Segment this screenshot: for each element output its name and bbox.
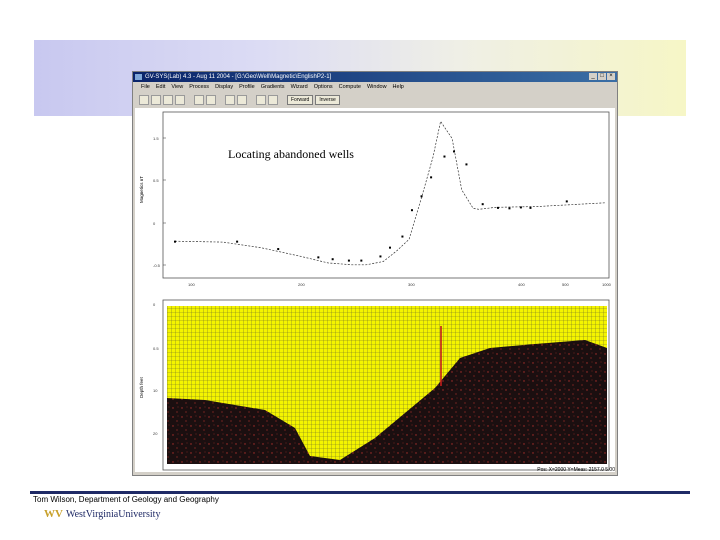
menu-view[interactable]: View bbox=[171, 83, 183, 92]
menu-edit[interactable]: Edit bbox=[156, 83, 165, 92]
plot-area[interactable]: 1.5 0.5 0 -0.5 Magnetics nT 100 200 300 400 500 10… bbox=[135, 108, 615, 472]
logo-wordmark: WestVirginiaUniversity bbox=[65, 508, 161, 520]
observed-point bbox=[360, 259, 363, 262]
observed-point bbox=[481, 203, 484, 206]
observed-point bbox=[331, 258, 334, 261]
y-tick-label: 0.5 bbox=[153, 178, 159, 183]
forward-button[interactable]: Forward bbox=[287, 95, 314, 105]
minimize-icon[interactable]: _ bbox=[589, 73, 597, 80]
menu-display[interactable]: Display bbox=[215, 83, 233, 92]
title-bar: GV-SYS(Lab) 4.3 - Aug 11 2004 - [G:\Geo\… bbox=[133, 72, 617, 82]
model-panel: Depth feet 0 0.5 10 20 bbox=[139, 299, 610, 471]
copy-icon[interactable] bbox=[175, 95, 185, 105]
inverse-button[interactable]: Inverse bbox=[315, 95, 340, 105]
observed-point bbox=[379, 255, 382, 258]
y-tick-label: 20 bbox=[153, 431, 158, 436]
magnetics-chart[interactable]: 1.50.50-0.5Magnetics nT100 200 300 400 500 10… bbox=[135, 108, 615, 472]
window-controls: _ □ × bbox=[589, 73, 615, 80]
menu-window[interactable]: Window bbox=[367, 83, 387, 92]
x-tick-label: 200 bbox=[298, 282, 305, 287]
observed-point bbox=[430, 176, 433, 179]
magnetics-panel: 1.5 0.5 0 -0.5 Magnetics nT 100 200 300 400 500 10… bbox=[139, 111, 612, 287]
observed-point bbox=[420, 195, 423, 198]
maximize-icon[interactable]: □ bbox=[598, 73, 606, 80]
close-icon[interactable]: × bbox=[607, 73, 615, 80]
observed-point bbox=[508, 207, 511, 210]
menu-help[interactable]: Help bbox=[393, 83, 404, 92]
app-icon bbox=[135, 74, 142, 80]
menu-options[interactable]: Options bbox=[314, 83, 333, 92]
pan-icon[interactable] bbox=[206, 95, 216, 105]
observed-point bbox=[565, 200, 568, 203]
new-icon[interactable] bbox=[139, 95, 149, 105]
menu-wizard[interactable]: Wizard bbox=[291, 83, 308, 92]
chart-icon[interactable] bbox=[237, 95, 247, 105]
x-tick-label: 400 bbox=[518, 282, 525, 287]
university-logo: WV WestVirginiaUniversity bbox=[44, 508, 160, 520]
observed-point bbox=[529, 206, 532, 209]
x-tick-label: 1000 bbox=[602, 282, 612, 287]
app-window: GV-SYS(Lab) 4.3 - Aug 11 2004 - [G:\Geo\… bbox=[132, 71, 618, 476]
zoom-icon[interactable] bbox=[194, 95, 204, 105]
layers-icon[interactable] bbox=[268, 95, 278, 105]
menu-file[interactable]: File bbox=[141, 83, 150, 92]
grid-icon[interactable] bbox=[256, 95, 266, 105]
wv-logo-icon: WV bbox=[44, 508, 63, 520]
observed-point bbox=[389, 246, 391, 249]
observed-point bbox=[317, 256, 320, 259]
menu-process[interactable]: Process bbox=[189, 83, 209, 92]
y-axis-label: Magnetics nT bbox=[139, 176, 144, 203]
x-tick-label: 100 bbox=[188, 282, 195, 287]
print-icon[interactable] bbox=[163, 95, 173, 105]
magnetics-frame bbox=[162, 111, 610, 279]
observed-point bbox=[347, 259, 350, 262]
status-bar: Pos: X=2000 Y=Meas: 2157.0 5.00 bbox=[537, 467, 615, 473]
menu-compute[interactable]: Compute bbox=[339, 83, 361, 92]
y-axis-label: Depth feet bbox=[139, 376, 144, 398]
x-tick-label: 300 bbox=[408, 282, 415, 287]
observed-point bbox=[236, 240, 239, 243]
observed-point bbox=[410, 209, 413, 212]
observed-point bbox=[453, 150, 456, 153]
x-tick-label: 500 bbox=[562, 282, 569, 287]
window-title: GV-SYS(Lab) 4.3 - Aug 11 2004 - [G:\Geo\… bbox=[145, 74, 332, 80]
y-tick-label: -0.5 bbox=[153, 263, 161, 268]
y-tick-label: 0 bbox=[153, 302, 156, 307]
observed-point bbox=[174, 240, 176, 243]
observed-point bbox=[465, 163, 468, 166]
observed-point bbox=[496, 206, 499, 209]
menu-bar: File Edit View Process Display Profile G… bbox=[133, 83, 617, 92]
y-tick-label: 0.5 bbox=[153, 346, 159, 351]
observed-point bbox=[401, 235, 404, 238]
y-tick-label: 0 bbox=[153, 221, 156, 226]
footer-rule bbox=[30, 491, 690, 494]
menu-gradients[interactable]: Gradients bbox=[261, 83, 285, 92]
open-icon[interactable] bbox=[151, 95, 161, 105]
y-tick-label: 10 bbox=[153, 388, 158, 393]
menu-profile[interactable]: Profile bbox=[239, 83, 255, 92]
save-icon[interactable] bbox=[225, 95, 235, 105]
slide-title: Locating abandoned wells bbox=[225, 147, 357, 162]
observed-point bbox=[443, 155, 446, 158]
observed-point bbox=[519, 206, 522, 209]
toolbar: Forward Inverse bbox=[133, 93, 617, 107]
footer-credit: Tom Wilson, Department of Geology and Ge… bbox=[33, 495, 219, 504]
y-tick-label: 1.5 bbox=[153, 136, 159, 141]
observed-point bbox=[277, 248, 280, 251]
